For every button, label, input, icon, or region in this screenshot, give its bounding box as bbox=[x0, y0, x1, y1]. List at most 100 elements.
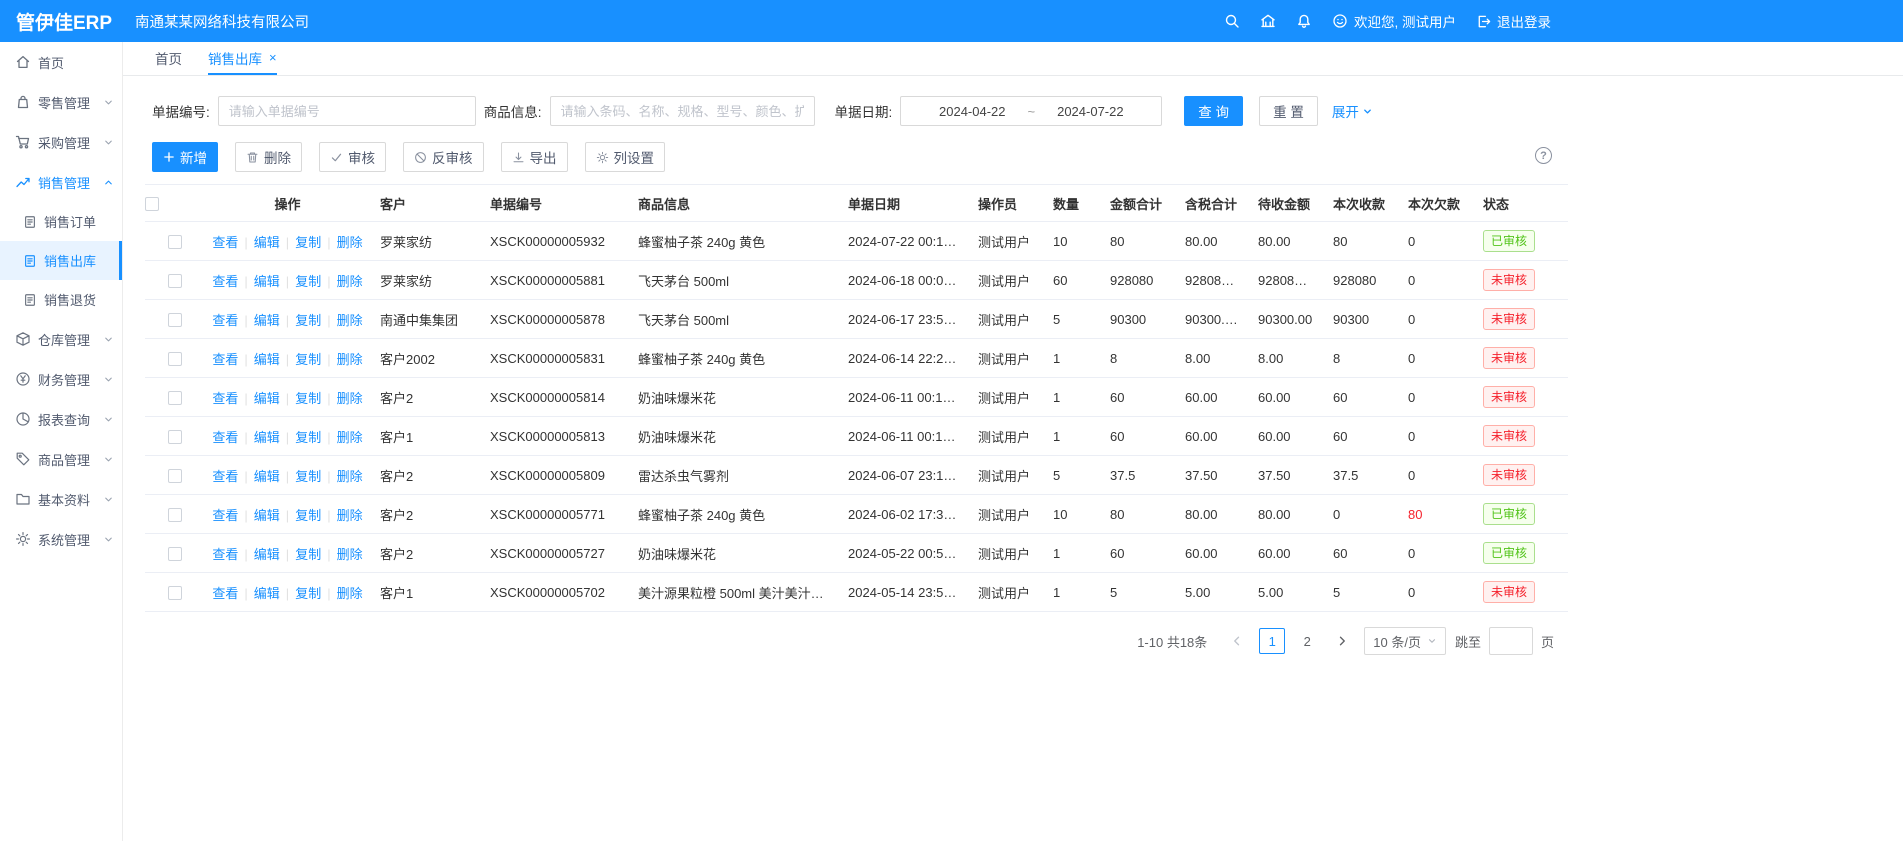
logout-button[interactable]: 退出登录 bbox=[1476, 11, 1551, 31]
product-cell: 美汁源果粒橙 500ml 美汁美汁美汁... bbox=[628, 573, 838, 612]
column-settings-button[interactable]: 列设置 bbox=[585, 142, 666, 172]
expand-link[interactable]: 展开 bbox=[1332, 101, 1373, 121]
view-link[interactable]: 查看 bbox=[212, 274, 238, 289]
delete-link[interactable]: 删除 bbox=[337, 274, 363, 289]
delete-link[interactable]: 删除 bbox=[337, 352, 363, 367]
copy-link[interactable]: 复制 bbox=[295, 274, 321, 289]
view-link[interactable]: 查看 bbox=[212, 391, 238, 406]
page-button-1[interactable]: 1 bbox=[1259, 628, 1285, 654]
product-info-label: 商品信息: bbox=[484, 101, 542, 121]
edit-link[interactable]: 编辑 bbox=[254, 508, 280, 523]
copy-link[interactable]: 复制 bbox=[295, 586, 321, 601]
view-link[interactable]: 查看 bbox=[212, 547, 238, 562]
row-checkbox[interactable] bbox=[168, 430, 182, 444]
delete-link[interactable]: 删除 bbox=[337, 469, 363, 484]
view-link[interactable]: 查看 bbox=[212, 352, 238, 367]
debt-cell: 0 bbox=[1398, 261, 1473, 300]
copy-link[interactable]: 复制 bbox=[295, 547, 321, 562]
row-checkbox[interactable] bbox=[168, 508, 182, 522]
sidebar-item-finance[interactable]: 财务管理 bbox=[0, 359, 122, 399]
help-icon[interactable]: ? bbox=[1535, 147, 1552, 164]
debt-cell: 0 bbox=[1398, 534, 1473, 573]
sidebar-item-basic-data[interactable]: 基本资料 bbox=[0, 479, 122, 519]
delete-link[interactable]: 删除 bbox=[337, 508, 363, 523]
delete-button[interactable]: 删除 bbox=[235, 142, 302, 172]
view-link[interactable]: 查看 bbox=[212, 430, 238, 445]
sidebar-item-sales-outbound[interactable]: 销售出库 bbox=[0, 241, 122, 280]
delete-link[interactable]: 删除 bbox=[337, 235, 363, 250]
row-checkbox[interactable] bbox=[168, 235, 182, 249]
sidebar-item-system[interactable]: 系统管理 bbox=[0, 519, 122, 559]
row-checkbox[interactable] bbox=[168, 274, 182, 288]
welcome-user[interactable]: 欢迎您, 测试用户 bbox=[1332, 11, 1456, 31]
row-checkbox[interactable] bbox=[168, 352, 182, 366]
row-checkbox[interactable] bbox=[168, 313, 182, 327]
audit-button[interactable]: 审核 bbox=[319, 142, 386, 172]
next-page-button[interactable] bbox=[1329, 628, 1355, 654]
jump-input[interactable] bbox=[1489, 627, 1533, 655]
row-checkbox-cell bbox=[145, 222, 205, 261]
bell-icon[interactable] bbox=[1296, 13, 1312, 29]
sidebar-item-warehouse[interactable]: 仓库管理 bbox=[0, 319, 122, 359]
copy-link[interactable]: 复制 bbox=[295, 313, 321, 328]
edit-link[interactable]: 编辑 bbox=[254, 430, 280, 445]
product-info-input[interactable] bbox=[550, 96, 815, 126]
view-link[interactable]: 查看 bbox=[212, 469, 238, 484]
prev-page-button[interactable] bbox=[1224, 628, 1250, 654]
col-status: 状态 bbox=[1473, 185, 1568, 222]
sidebar-item-sales[interactable]: 销售管理 bbox=[0, 162, 122, 202]
select-all-checkbox[interactable] bbox=[145, 197, 159, 211]
export-button[interactable]: 导出 bbox=[501, 142, 568, 172]
view-link[interactable]: 查看 bbox=[212, 313, 238, 328]
view-link[interactable]: 查看 bbox=[212, 508, 238, 523]
copy-link[interactable]: 复制 bbox=[295, 508, 321, 523]
unaudit-button[interactable]: 反审核 bbox=[403, 142, 484, 172]
row-checkbox-cell bbox=[145, 378, 205, 417]
bill-no-input[interactable] bbox=[218, 96, 476, 126]
close-icon[interactable]: × bbox=[269, 51, 277, 64]
tab-home[interactable]: 首页 bbox=[155, 42, 182, 75]
app-logo[interactable]: 管伊佳ERP bbox=[0, 8, 123, 35]
view-link[interactable]: 查看 bbox=[212, 586, 238, 601]
copy-link[interactable]: 复制 bbox=[295, 469, 321, 484]
edit-link[interactable]: 编辑 bbox=[254, 547, 280, 562]
sidebar-item-retail[interactable]: 零售管理 bbox=[0, 82, 122, 122]
reset-button[interactable]: 重 置 bbox=[1259, 96, 1318, 126]
copy-link[interactable]: 复制 bbox=[295, 352, 321, 367]
edit-link[interactable]: 编辑 bbox=[254, 313, 280, 328]
delete-link[interactable]: 删除 bbox=[337, 313, 363, 328]
copy-link[interactable]: 复制 bbox=[295, 430, 321, 445]
delete-link[interactable]: 删除 bbox=[337, 586, 363, 601]
edit-link[interactable]: 编辑 bbox=[254, 352, 280, 367]
sidebar-item-reports[interactable]: 报表查询 bbox=[0, 399, 122, 439]
copy-link[interactable]: 复制 bbox=[295, 235, 321, 250]
edit-link[interactable]: 编辑 bbox=[254, 469, 280, 484]
sidebar-item-home[interactable]: 首页 bbox=[0, 42, 122, 82]
date-range-picker[interactable]: 2024-04-22 ~ 2024-07-22 bbox=[900, 96, 1162, 126]
edit-link[interactable]: 编辑 bbox=[254, 235, 280, 250]
add-button[interactable]: 新增 bbox=[152, 142, 218, 172]
row-checkbox[interactable] bbox=[168, 586, 182, 600]
search-icon[interactable] bbox=[1224, 13, 1240, 29]
edit-link[interactable]: 编辑 bbox=[254, 274, 280, 289]
search-button[interactable]: 查 询 bbox=[1184, 96, 1243, 126]
delete-link[interactable]: 删除 bbox=[337, 430, 363, 445]
row-checkbox[interactable] bbox=[168, 391, 182, 405]
page-button-2[interactable]: 2 bbox=[1294, 628, 1320, 654]
page-size-select[interactable]: 10 条/页 bbox=[1364, 627, 1446, 655]
amount-cell: 80 bbox=[1100, 222, 1175, 261]
row-checkbox[interactable] bbox=[168, 469, 182, 483]
row-checkbox[interactable] bbox=[168, 547, 182, 561]
sidebar-item-sales-orders[interactable]: 销售订单 bbox=[0, 202, 122, 241]
copy-link[interactable]: 复制 bbox=[295, 391, 321, 406]
delete-link[interactable]: 删除 bbox=[337, 547, 363, 562]
tab-sales-outbound[interactable]: 销售出库 × bbox=[208, 42, 277, 75]
edit-link[interactable]: 编辑 bbox=[254, 391, 280, 406]
view-link[interactable]: 查看 bbox=[212, 235, 238, 250]
delete-link[interactable]: 删除 bbox=[337, 391, 363, 406]
sidebar-item-products[interactable]: 商品管理 bbox=[0, 439, 122, 479]
sidebar-item-purchase[interactable]: 采购管理 bbox=[0, 122, 122, 162]
edit-link[interactable]: 编辑 bbox=[254, 586, 280, 601]
sidebar-item-sales-returns[interactable]: 销售退货 bbox=[0, 280, 122, 319]
home-icon[interactable] bbox=[1260, 13, 1276, 29]
